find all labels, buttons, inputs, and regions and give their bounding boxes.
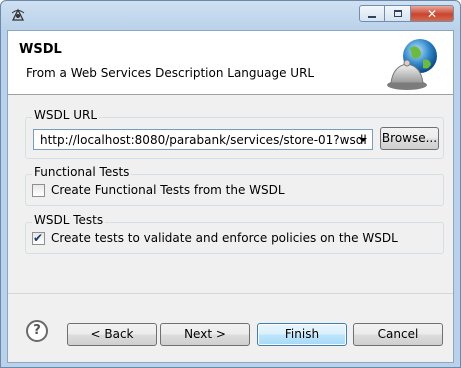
wsdl-tests-group: WSDL Tests ✔ Create tests to validate an…: [25, 213, 444, 254]
create-functional-tests-checkbox[interactable]: [32, 183, 45, 197]
browse-button[interactable]: Browse...: [380, 127, 439, 150]
wsdl-url-value[interactable]: http://localhost:8080/parabank/services/…: [40, 133, 367, 147]
footer-divider: [8, 293, 453, 294]
functional-tests-group: Functional Tests Create Functional Tests…: [25, 165, 444, 206]
create-policy-tests-option[interactable]: ✔ Create tests to validate and enforce p…: [32, 231, 398, 245]
cancel-button[interactable]: Cancel: [353, 323, 443, 346]
wsdl-url-group: WSDL URL http://localhost:8080/parabank/…: [25, 108, 444, 159]
wizard-window: ✕ WSDL From a Web Services Description L…: [0, 0, 461, 368]
create-policy-tests-checkbox[interactable]: ✔: [32, 230, 45, 245]
wizard-client-area: WSDL From a Web Services Description Lan…: [7, 30, 454, 363]
app-icon: [11, 8, 25, 21]
wsdl-url-group-label: WSDL URL: [32, 108, 100, 122]
dropdown-arrow-icon[interactable]: [359, 138, 367, 142]
title-bar[interactable]: ✕: [1, 1, 460, 29]
next-button[interactable]: Next >: [160, 323, 250, 346]
page-description: From a Web Services Description Language…: [26, 66, 315, 80]
wsdl-globe-icon: [387, 39, 437, 90]
finish-button[interactable]: Finish: [257, 323, 347, 346]
minimize-icon: [368, 15, 376, 18]
maximize-icon: [393, 10, 402, 17]
close-button[interactable]: ✕: [411, 5, 454, 22]
minimize-button[interactable]: [359, 5, 385, 22]
window-controls: ✕: [359, 5, 454, 22]
checkmark-icon: ✔: [33, 230, 44, 245]
functional-tests-group-label: Functional Tests: [32, 165, 132, 179]
wsdl-url-combo[interactable]: http://localhost:8080/parabank/services/…: [33, 129, 373, 150]
close-icon: ✕: [426, 6, 438, 21]
wizard-header: WSDL From a Web Services Description Lan…: [8, 31, 453, 95]
create-functional-tests-option[interactable]: Create Functional Tests from the WSDL: [32, 183, 285, 197]
help-icon[interactable]: ?: [26, 320, 48, 342]
back-button[interactable]: < Back: [67, 323, 157, 346]
create-policy-tests-label[interactable]: Create tests to validate and enforce pol…: [51, 231, 398, 245]
page-title: WSDL: [19, 42, 62, 57]
create-functional-tests-label[interactable]: Create Functional Tests from the WSDL: [51, 183, 285, 197]
wsdl-tests-group-label: WSDL Tests: [32, 213, 106, 227]
maximize-button[interactable]: [385, 5, 411, 22]
